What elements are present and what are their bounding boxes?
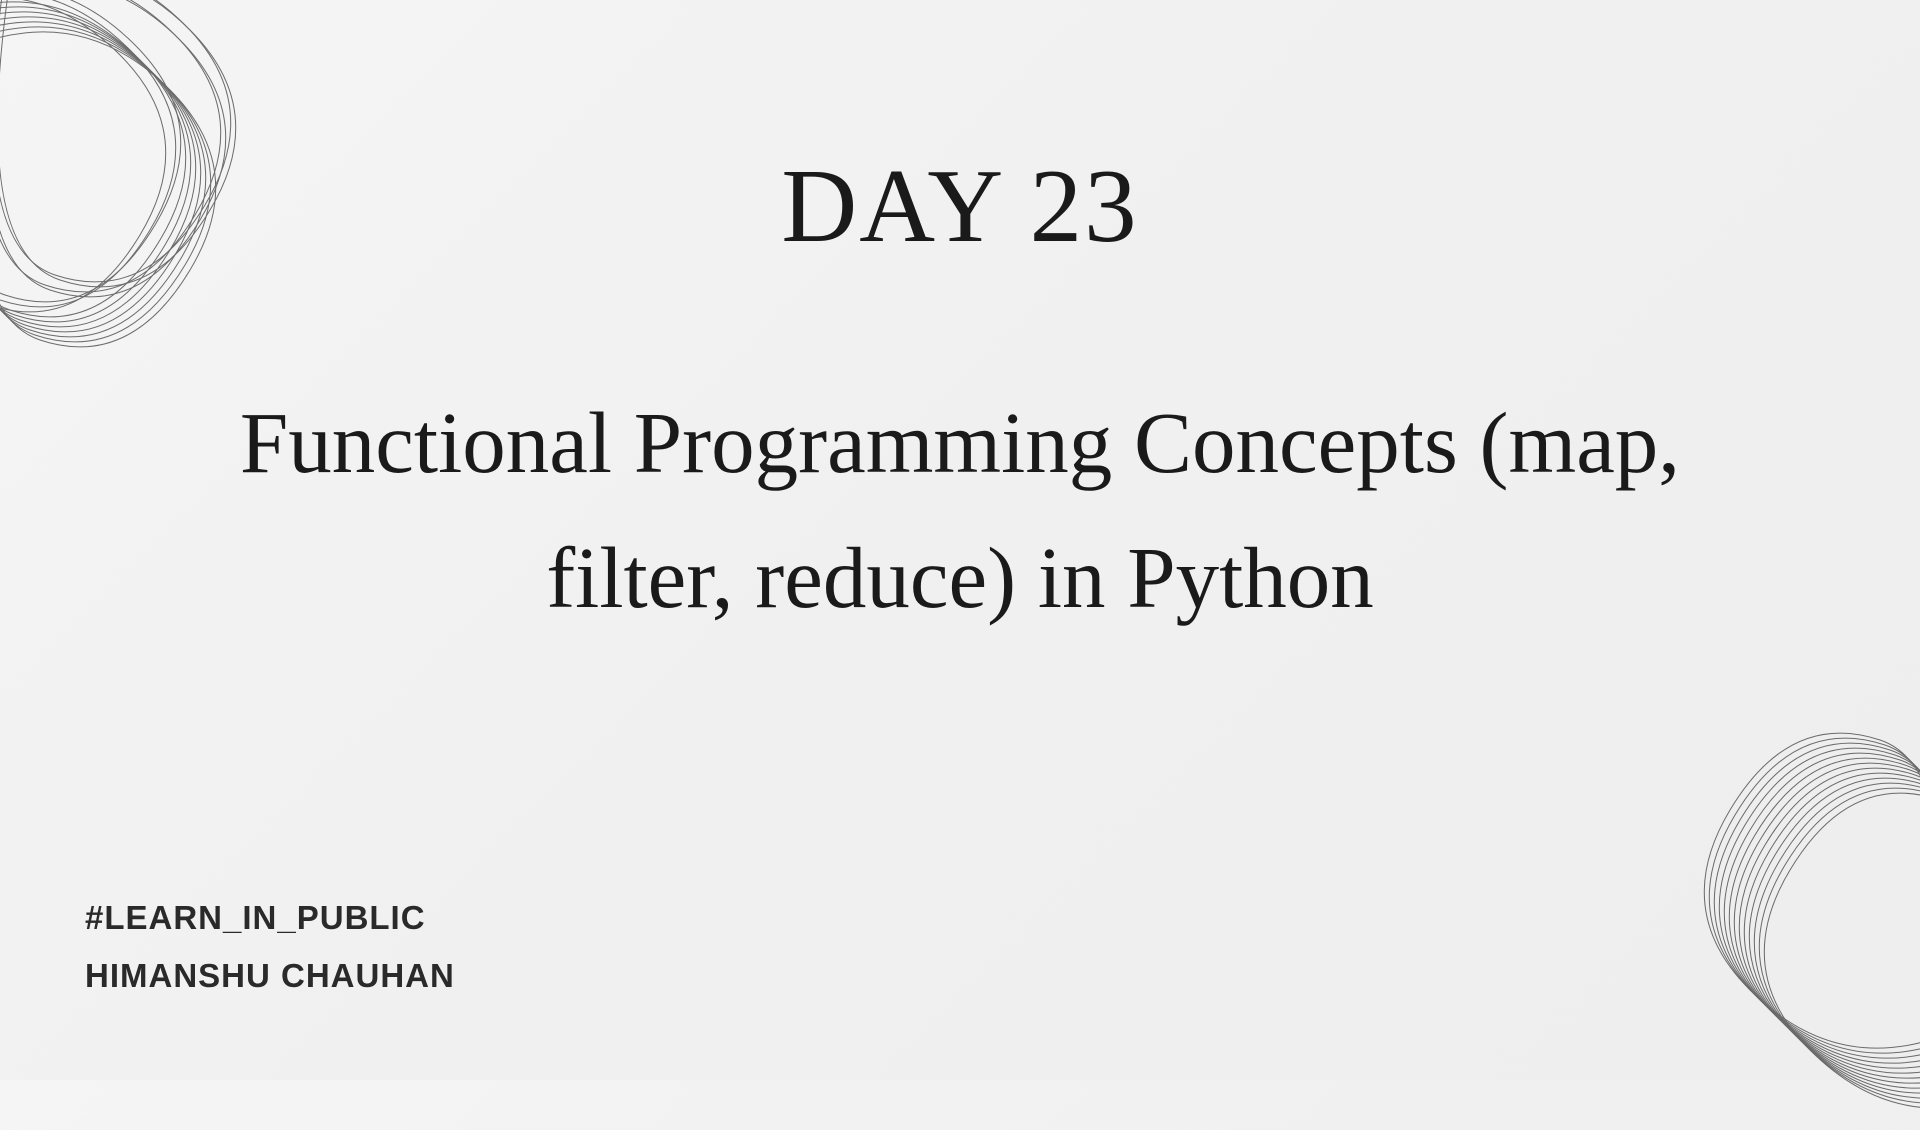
slide-subtitle: Functional Programming Concepts (map, fi…	[210, 376, 1710, 646]
author-label: HIMANSHU CHAUHAN	[85, 957, 455, 995]
wave-decoration-top-icon	[0, 0, 350, 400]
slide-footer: #LEARN_IN_PUBLIC HIMANSHU CHAUHAN	[85, 899, 455, 995]
hashtag-label: #LEARN_IN_PUBLIC	[85, 899, 455, 937]
slide-title: DAY 23	[781, 145, 1138, 266]
slide-container: DAY 23 Functional Programming Concepts (…	[0, 0, 1920, 1080]
wave-decoration-bottom-icon	[1590, 730, 1920, 1130]
